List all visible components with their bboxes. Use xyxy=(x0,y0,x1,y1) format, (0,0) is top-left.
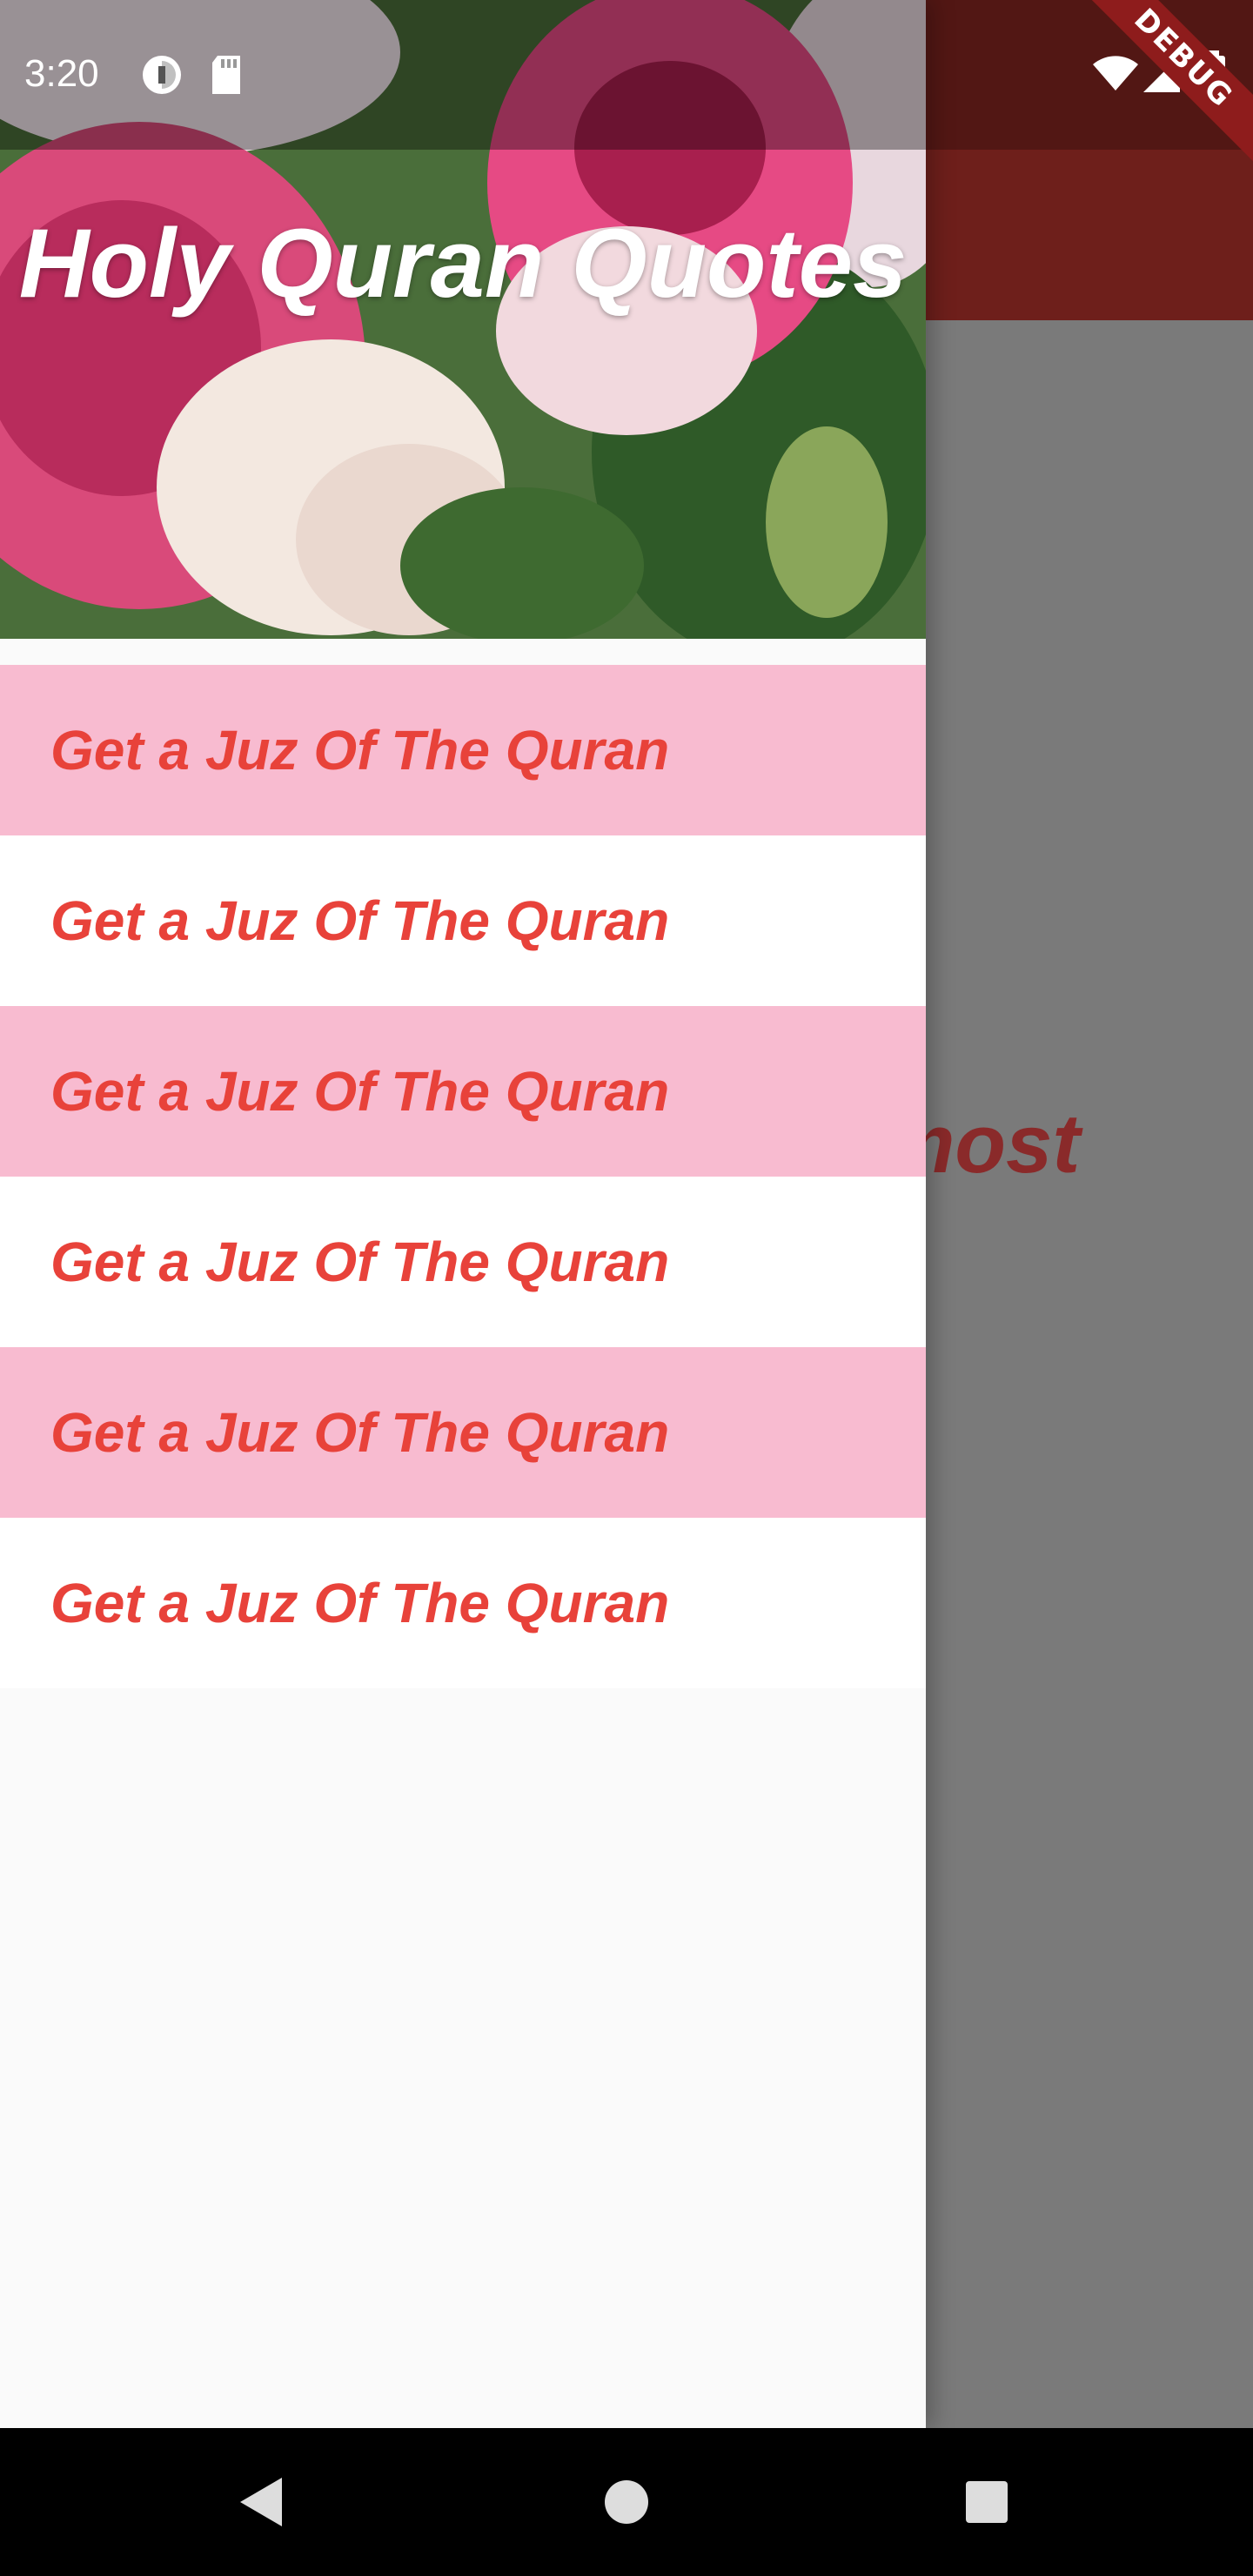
drawer-item-juz[interactable]: Get a Juz Of The Quran xyxy=(0,1006,926,1177)
recents-button[interactable] xyxy=(900,2428,1074,2576)
system-navigation-bar xyxy=(0,2428,1253,2576)
drawer-item-label: Get a Juz Of The Quran xyxy=(50,1572,670,1634)
drawer-menu-list: Get a Juz Of The Quran Get a Juz Of The … xyxy=(0,665,926,1688)
drawer-item-label: Get a Juz Of The Quran xyxy=(50,889,670,952)
status-bar: 3:20 xyxy=(0,0,1253,150)
drawer-item-label: Get a Juz Of The Quran xyxy=(50,1060,670,1123)
home-button[interactable] xyxy=(539,2428,714,2576)
sd-card-icon xyxy=(209,54,244,100)
drawer-item-label: Get a Juz Of The Quran xyxy=(50,1401,670,1464)
drawer-item-juz[interactable]: Get a Juz Of The Quran xyxy=(0,1347,926,1518)
back-icon xyxy=(240,2478,282,2526)
drawer-item-label: Get a Juz Of The Quran xyxy=(50,1231,670,1293)
status-time: 3:20 xyxy=(24,52,99,95)
drawer-title: Holy Quran Quotes xyxy=(18,209,908,318)
drawer-item-juz[interactable]: Get a Juz Of The Quran xyxy=(0,665,926,835)
recents-icon xyxy=(966,2481,1008,2523)
back-button[interactable] xyxy=(174,2428,348,2576)
drawer-item-juz[interactable]: Get a Juz Of The Quran xyxy=(0,1518,926,1688)
home-icon xyxy=(605,2480,648,2524)
drawer-item-label: Get a Juz Of The Quran xyxy=(50,719,670,782)
drawer-item-juz[interactable]: Get a Juz Of The Quran xyxy=(0,1177,926,1347)
navigation-drawer: Holy Quran Quotes Get a Juz Of The Quran… xyxy=(0,0,926,2428)
data-saver-icon xyxy=(141,54,183,100)
wifi-icon xyxy=(1091,54,1140,97)
drawer-item-juz[interactable]: Get a Juz Of The Quran xyxy=(0,835,926,1006)
